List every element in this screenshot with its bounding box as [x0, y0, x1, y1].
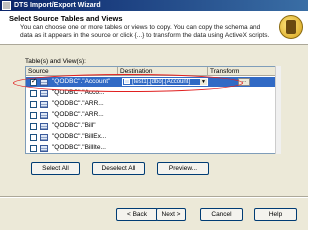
- grid-scrollbar[interactable]: [275, 66, 281, 154]
- table-row[interactable]: "QODBC"."Acco...: [26, 88, 280, 98]
- wizard-window: DTS Import/Export Wizard Select Source T…: [0, 0, 308, 230]
- table-row[interactable]: "QODBC"."Bill": [26, 121, 280, 131]
- source-name: "QODBC"."ARR...: [52, 111, 104, 118]
- table-row[interactable]: "QODBC"."ARR...: [26, 110, 280, 120]
- wizard-logo-icon: [279, 15, 303, 39]
- transform-button[interactable]: ...: [238, 78, 250, 86]
- table-row[interactable]: "QODBC"."ARR...: [26, 99, 280, 109]
- table-icon: [40, 111, 48, 119]
- column-transform[interactable]: Transform: [208, 67, 280, 75]
- row-checkbox[interactable]: [30, 89, 37, 97]
- table-row[interactable]: "QODBC"."Account" [test1].[dbo].[Account…: [26, 77, 280, 87]
- source-name: "QODBC"."Acco...: [52, 89, 105, 96]
- table-icon: [40, 133, 48, 141]
- chevron-down-icon[interactable]: ▼: [200, 79, 207, 85]
- destination-select[interactable]: [test1].[dbo].[Account] ▼: [122, 78, 208, 86]
- tables-grid[interactable]: Source Destination Transform "QODBC"."Ac…: [25, 66, 281, 154]
- back-button[interactable]: < Back: [116, 208, 158, 221]
- deselect-all-button[interactable]: Deselect All: [92, 162, 145, 175]
- select-all-button[interactable]: Select All: [31, 162, 80, 175]
- source-name: "QODBC"."Bill": [52, 122, 96, 129]
- table-row[interactable]: "QODBC"."BillEx...: [26, 132, 280, 142]
- help-button[interactable]: Help: [254, 208, 297, 221]
- footer-divider: [0, 196, 308, 198]
- table-icon: [40, 100, 48, 108]
- table-icon: [40, 78, 48, 86]
- row-checkbox[interactable]: [30, 144, 37, 152]
- source-name: "QODBC"."BillEx...: [52, 133, 107, 140]
- preview-button[interactable]: Preview...: [157, 162, 209, 175]
- row-checkbox[interactable]: [30, 77, 37, 87]
- row-checkbox[interactable]: [30, 111, 37, 119]
- destination-value: [test1].[dbo].[Account]: [132, 79, 191, 85]
- column-destination[interactable]: Destination: [118, 67, 208, 75]
- cancel-button[interactable]: Cancel: [200, 208, 243, 221]
- next-button[interactable]: Next >: [156, 208, 186, 221]
- row-checkbox[interactable]: [30, 133, 37, 141]
- source-name: "QODBC"."ARR...: [52, 100, 104, 107]
- source-name: "QODBC"."Account": [52, 78, 111, 85]
- table-icon: [124, 79, 130, 84]
- wizard-header: Select Source Tables and Views You can c…: [0, 11, 308, 45]
- row-checkbox[interactable]: [30, 100, 37, 108]
- grid-header: Source Destination Transform: [26, 67, 280, 76]
- source-name: "QODBC"."BillIte...: [52, 144, 106, 151]
- table-icon: [40, 89, 48, 97]
- column-source[interactable]: Source: [26, 67, 118, 75]
- window-title: DTS Import/Export Wizard: [14, 2, 101, 9]
- tables-label: Table(s) and View(s):: [25, 58, 86, 65]
- table-row[interactable]: "QODBC"."BillIte...: [26, 143, 280, 153]
- title-bar: DTS Import/Export Wizard: [0, 0, 308, 11]
- app-icon: [2, 1, 11, 10]
- page-description: You can choose one or more tables or vie…: [20, 24, 270, 39]
- row-checkbox[interactable]: [30, 122, 37, 130]
- table-icon: [40, 122, 48, 130]
- page-title: Select Source Tables and Views: [9, 14, 123, 23]
- table-icon: [40, 144, 48, 152]
